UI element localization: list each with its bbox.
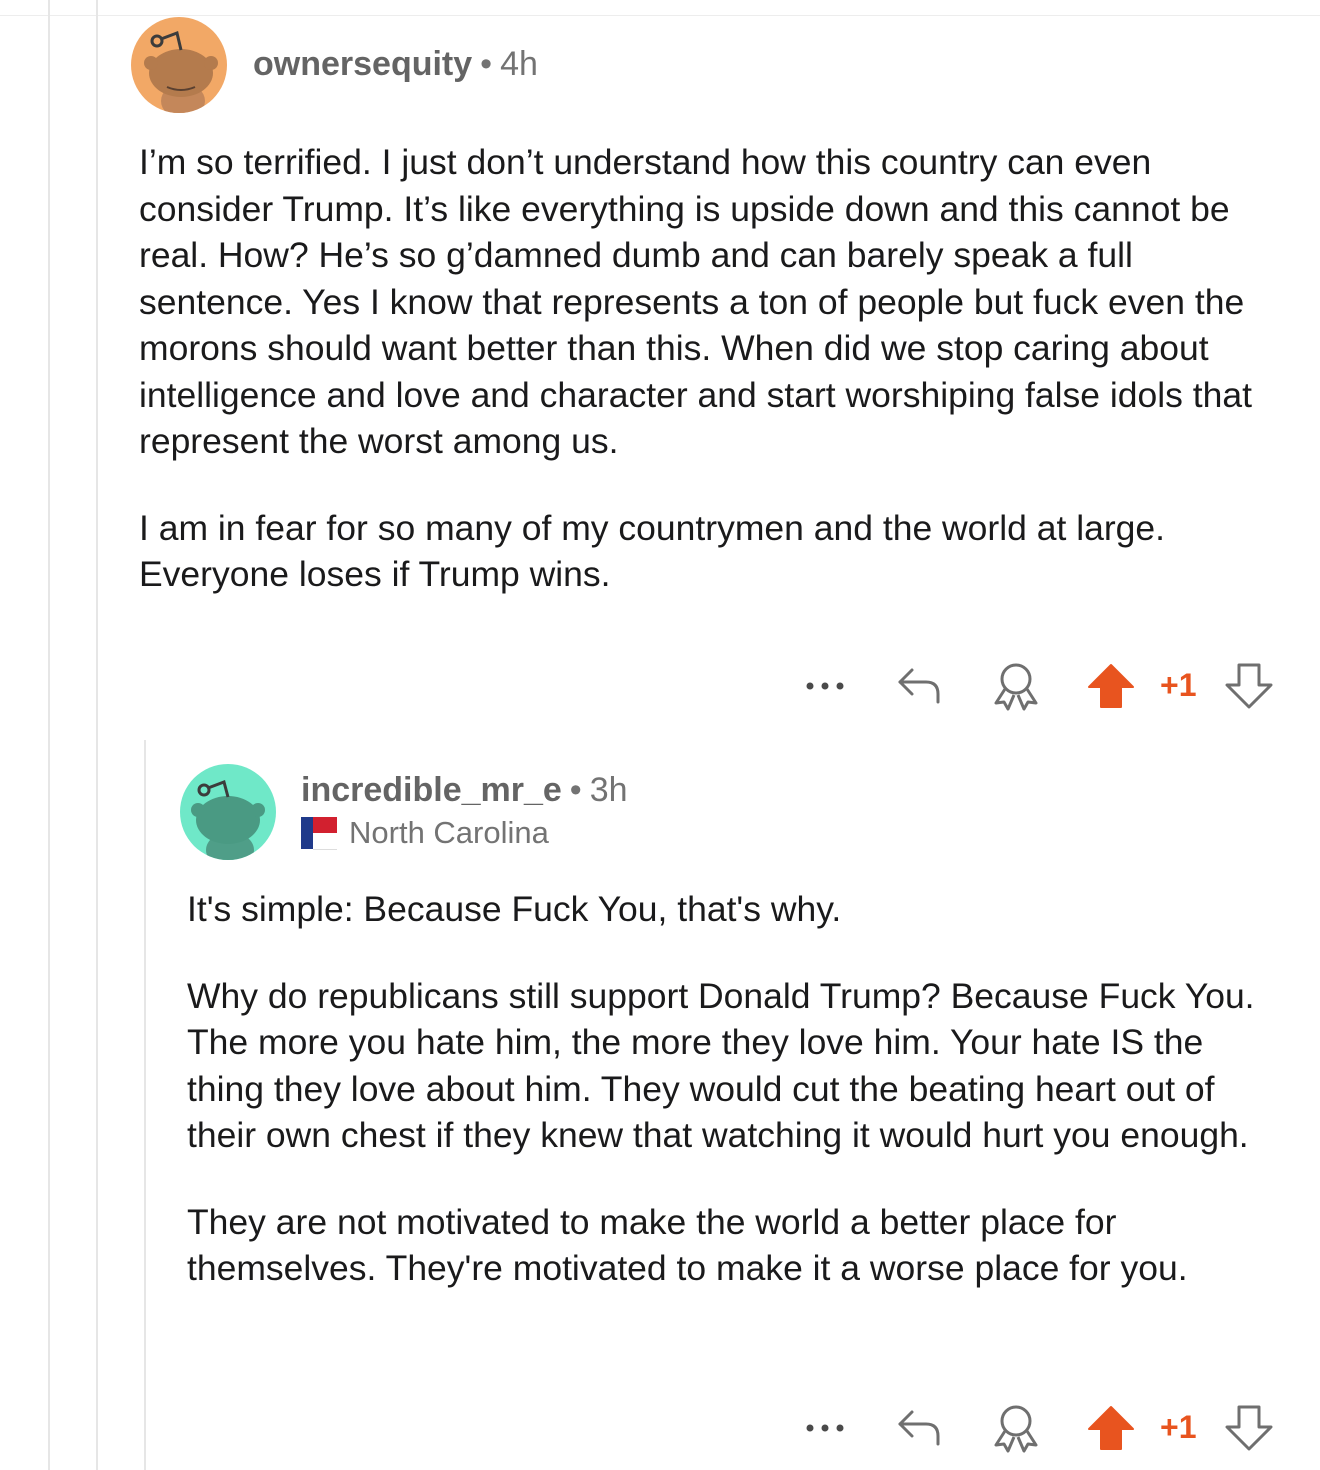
comment-age[interactable]: 3h	[590, 771, 628, 809]
username[interactable]: incredible_mr_e	[301, 771, 562, 809]
upvote-button[interactable]	[1086, 662, 1136, 710]
comment-meta: ownersequity • 4h	[253, 45, 538, 84]
upvote-icon	[1088, 1406, 1134, 1450]
reply-button[interactable]	[894, 1404, 944, 1450]
reply-button[interactable]	[894, 662, 944, 708]
award-button[interactable]	[988, 1402, 1044, 1454]
avatar[interactable]	[131, 17, 227, 113]
snoo-avatar-icon	[131, 17, 227, 113]
comment-body: I’m so terrified. I just don’t understan…	[139, 139, 1269, 638]
downvote-button[interactable]	[1224, 662, 1274, 710]
meta-separator: •	[480, 45, 493, 83]
downvote-icon	[1225, 1405, 1273, 1451]
more-options-button[interactable]	[800, 1408, 850, 1448]
vote-score: +1	[1160, 1409, 1197, 1445]
avatar[interactable]	[180, 764, 276, 860]
more-options-button[interactable]	[800, 666, 850, 706]
user-flair: North Carolina	[301, 815, 549, 851]
comment-body: It's simple: Because Fuck You, that's wh…	[187, 886, 1287, 1332]
downvote-icon	[1225, 663, 1273, 709]
top-divider	[0, 15, 1320, 16]
vote-score: +1	[1160, 667, 1197, 703]
comment-meta: incredible_mr_e • 3h	[301, 771, 628, 810]
comment-paragraph: I am in fear for so many of my countryme…	[139, 507, 1166, 595]
meta-separator: •	[569, 771, 582, 809]
thread-line-root[interactable]	[48, 0, 50, 1470]
ellipsis-icon	[806, 1424, 844, 1432]
award-icon	[994, 1405, 1038, 1453]
award-button[interactable]	[988, 660, 1044, 712]
thread-line-level-1[interactable]	[96, 0, 98, 1470]
thread-line-level-2[interactable]	[144, 740, 146, 1470]
north-carolina-flag-icon	[301, 817, 337, 850]
downvote-button[interactable]	[1224, 1404, 1274, 1452]
upvote-icon	[1088, 664, 1134, 708]
upvote-button[interactable]	[1086, 1404, 1136, 1452]
ellipsis-icon	[806, 682, 844, 690]
reply-icon	[898, 1410, 940, 1446]
reply-icon	[898, 668, 940, 704]
award-icon	[994, 663, 1038, 711]
comment-age[interactable]: 4h	[500, 45, 538, 83]
comment-paragraph: They are not motivated to make the world…	[187, 1201, 1188, 1289]
flair-text: North Carolina	[349, 815, 549, 850]
comment-paragraph: It's simple: Because Fuck You, that's wh…	[187, 889, 842, 929]
snoo-avatar-icon	[180, 764, 276, 860]
comment-paragraph: Why do republicans still support Donald …	[187, 975, 1255, 1156]
username[interactable]: ownersequity	[253, 45, 472, 83]
comment-paragraph: I’m so terrified. I just don’t understan…	[139, 142, 1252, 461]
